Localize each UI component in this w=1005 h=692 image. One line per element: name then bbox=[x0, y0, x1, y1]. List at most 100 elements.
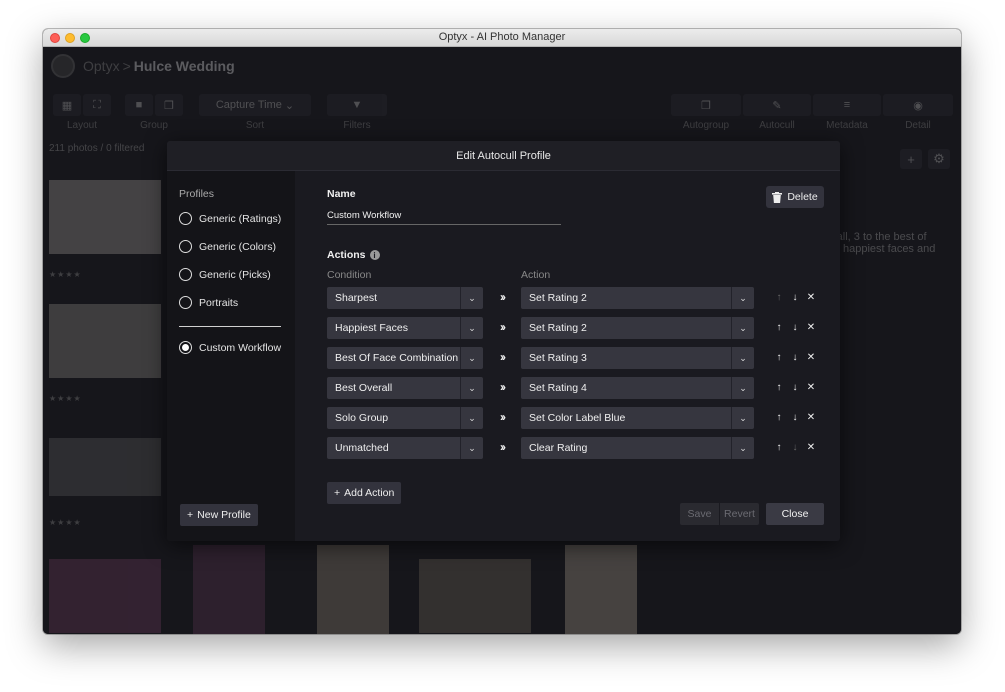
profile-item-generic-picks[interactable]: Generic (Picks) bbox=[179, 268, 271, 281]
action-value: Set Rating 3 bbox=[529, 352, 587, 364]
condition-select[interactable]: Solo Group ⌄ bbox=[327, 407, 483, 429]
save-button[interactable]: Save bbox=[680, 503, 720, 525]
remove-icon[interactable]: ✕ bbox=[804, 379, 818, 396]
radio-unselected-icon[interactable] bbox=[179, 268, 192, 281]
stack-group-button[interactable]: ❐ bbox=[155, 94, 183, 116]
star-rating[interactable]: ★★★★ bbox=[49, 270, 82, 279]
condition-select[interactable]: Unmatched ⌄ bbox=[327, 437, 483, 459]
add-icon[interactable]: + bbox=[900, 149, 922, 169]
group-label: Group bbox=[140, 120, 168, 131]
action-select[interactable]: Set Rating 3 ⌄ bbox=[521, 347, 754, 369]
star-rating[interactable]: ★★★★ bbox=[49, 394, 82, 403]
condition-select[interactable]: Best Of Face Combination ⌄ bbox=[327, 347, 483, 369]
chevron-down-icon: ⌄ bbox=[460, 377, 483, 399]
move-up-icon[interactable]: ↑ bbox=[772, 439, 786, 456]
detail-icon[interactable]: ◉ bbox=[883, 94, 953, 116]
dialog-title: Edit Autocull Profile bbox=[167, 141, 840, 171]
autogroup-icon[interactable]: ❐ bbox=[671, 94, 741, 116]
photo-thumbnail[interactable] bbox=[49, 438, 161, 496]
action-select[interactable]: Set Rating 2 ⌄ bbox=[521, 287, 754, 309]
radio-unselected-icon[interactable] bbox=[179, 296, 192, 309]
autocull-icon[interactable]: ✎ bbox=[743, 94, 811, 116]
profile-item-generic-ratings[interactable]: Generic (Ratings) bbox=[179, 212, 281, 225]
photo-thumbnail[interactable] bbox=[193, 545, 265, 634]
condition-value: Happiest Faces bbox=[335, 322, 408, 334]
action-value: Set Color Label Blue bbox=[529, 412, 626, 424]
radio-unselected-icon[interactable] bbox=[179, 212, 192, 225]
row-controls: ↑ ↓ ✕ bbox=[772, 379, 818, 396]
action-select[interactable]: Set Rating 4 ⌄ bbox=[521, 377, 754, 399]
action-select[interactable]: Set Rating 2 ⌄ bbox=[521, 317, 754, 339]
move-down-icon[interactable]: ↓ bbox=[788, 319, 802, 336]
move-up-icon[interactable]: ↑ bbox=[772, 289, 786, 306]
remove-icon[interactable]: ✕ bbox=[804, 409, 818, 426]
move-down-icon[interactable]: ↓ bbox=[788, 409, 802, 426]
grid-layout-button[interactable]: ▦ bbox=[53, 94, 81, 116]
new-profile-button[interactable]: + New Profile bbox=[180, 504, 258, 526]
single-group-button[interactable]: ■ bbox=[125, 94, 153, 116]
profile-item-portraits[interactable]: Portraits bbox=[179, 296, 238, 309]
actions-heading: Actions i bbox=[327, 249, 380, 261]
condition-value: Solo Group bbox=[335, 412, 389, 424]
toolbar: ▦ ⛶ Layout ■ ❐ Group Capture Time ⌄ Sort… bbox=[43, 91, 961, 135]
breadcrumb-app[interactable]: Optyx bbox=[83, 58, 120, 74]
condition-select[interactable]: Best Overall ⌄ bbox=[327, 377, 483, 399]
profile-name-input[interactable] bbox=[327, 207, 561, 225]
metadata-icon[interactable]: ≡ bbox=[813, 94, 881, 116]
edit-autocull-profile-dialog: Edit Autocull Profile Profiles Generic (… bbox=[167, 141, 840, 541]
profile-item-generic-colors[interactable]: Generic (Colors) bbox=[179, 240, 276, 253]
new-profile-label: New Profile bbox=[197, 509, 251, 521]
row-controls: ↑ ↓ ✕ bbox=[772, 439, 818, 456]
remove-icon[interactable]: ✕ bbox=[804, 439, 818, 456]
condition-select[interactable]: Happiest Faces ⌄ bbox=[327, 317, 483, 339]
chevron-down-icon: ⌄ bbox=[460, 407, 483, 429]
revert-button[interactable]: Revert bbox=[720, 503, 759, 525]
move-down-icon[interactable]: ↓ bbox=[788, 379, 802, 396]
photo-thumbnail[interactable] bbox=[565, 545, 637, 634]
action-select[interactable]: Set Color Label Blue ⌄ bbox=[521, 407, 754, 429]
action-value: Set Rating 4 bbox=[529, 382, 587, 394]
sort-select[interactable]: Capture Time ⌄ bbox=[199, 94, 311, 116]
photo-thumbnail[interactable] bbox=[317, 545, 389, 634]
radio-unselected-icon[interactable] bbox=[179, 240, 192, 253]
add-action-button[interactable]: + Add Action bbox=[327, 482, 402, 504]
close-button[interactable]: Close bbox=[766, 503, 824, 525]
chevron-down-icon: ⌄ bbox=[460, 317, 483, 339]
remove-icon[interactable]: ✕ bbox=[804, 289, 818, 306]
photo-thumbnail[interactable] bbox=[49, 180, 161, 254]
name-label: Name bbox=[327, 188, 356, 200]
action-row: Best Overall ⌄ ›› Set Rating 4 ⌄ ↑ ↓ ✕ bbox=[327, 377, 827, 399]
photo-thumbnail[interactable] bbox=[419, 559, 531, 633]
condition-select[interactable]: Sharpest ⌄ bbox=[327, 287, 483, 309]
move-down-icon[interactable]: ↓ bbox=[788, 289, 802, 306]
move-up-icon[interactable]: ↑ bbox=[772, 379, 786, 396]
remove-icon[interactable]: ✕ bbox=[804, 319, 818, 336]
star-rating[interactable]: ★★★★ bbox=[49, 518, 82, 527]
move-down-icon[interactable]: ↓ bbox=[788, 439, 802, 456]
radio-selected-icon[interactable] bbox=[179, 341, 192, 354]
move-up-icon[interactable]: ↑ bbox=[772, 349, 786, 366]
info-icon[interactable]: i bbox=[369, 250, 380, 260]
photo-thumbnail[interactable] bbox=[49, 304, 161, 378]
profile-item-custom-workflow[interactable]: Custom Workflow bbox=[179, 341, 281, 354]
remove-icon[interactable]: ✕ bbox=[804, 349, 818, 366]
gear-icon[interactable]: ⚙ bbox=[928, 149, 950, 169]
delete-label: Delete bbox=[787, 191, 818, 203]
move-up-icon[interactable]: ↑ bbox=[772, 409, 786, 426]
filter-icon[interactable]: ▼ bbox=[327, 94, 387, 116]
profiles-divider bbox=[179, 326, 281, 327]
delete-button[interactable]: Delete bbox=[766, 186, 824, 208]
action-value: Set Rating 2 bbox=[529, 322, 587, 334]
chevron-down-icon: ⌄ bbox=[731, 317, 754, 339]
move-down-icon[interactable]: ↓ bbox=[788, 349, 802, 366]
move-up-icon[interactable]: ↑ bbox=[772, 319, 786, 336]
fullscreen-button[interactable]: ⛶ bbox=[83, 94, 111, 116]
metadata-label: Metadata bbox=[826, 120, 868, 131]
action-select[interactable]: Clear Rating ⌄ bbox=[521, 437, 754, 459]
profile-label: Generic (Picks) bbox=[199, 268, 271, 281]
breadcrumb-separator: > bbox=[122, 58, 131, 74]
row-controls: ↑ ↓ ✕ bbox=[772, 289, 818, 306]
app-header: Optyx > Hulce Wedding bbox=[43, 47, 961, 87]
photo-thumbnail[interactable] bbox=[49, 559, 161, 633]
add-action-label: Add Action bbox=[344, 487, 395, 499]
